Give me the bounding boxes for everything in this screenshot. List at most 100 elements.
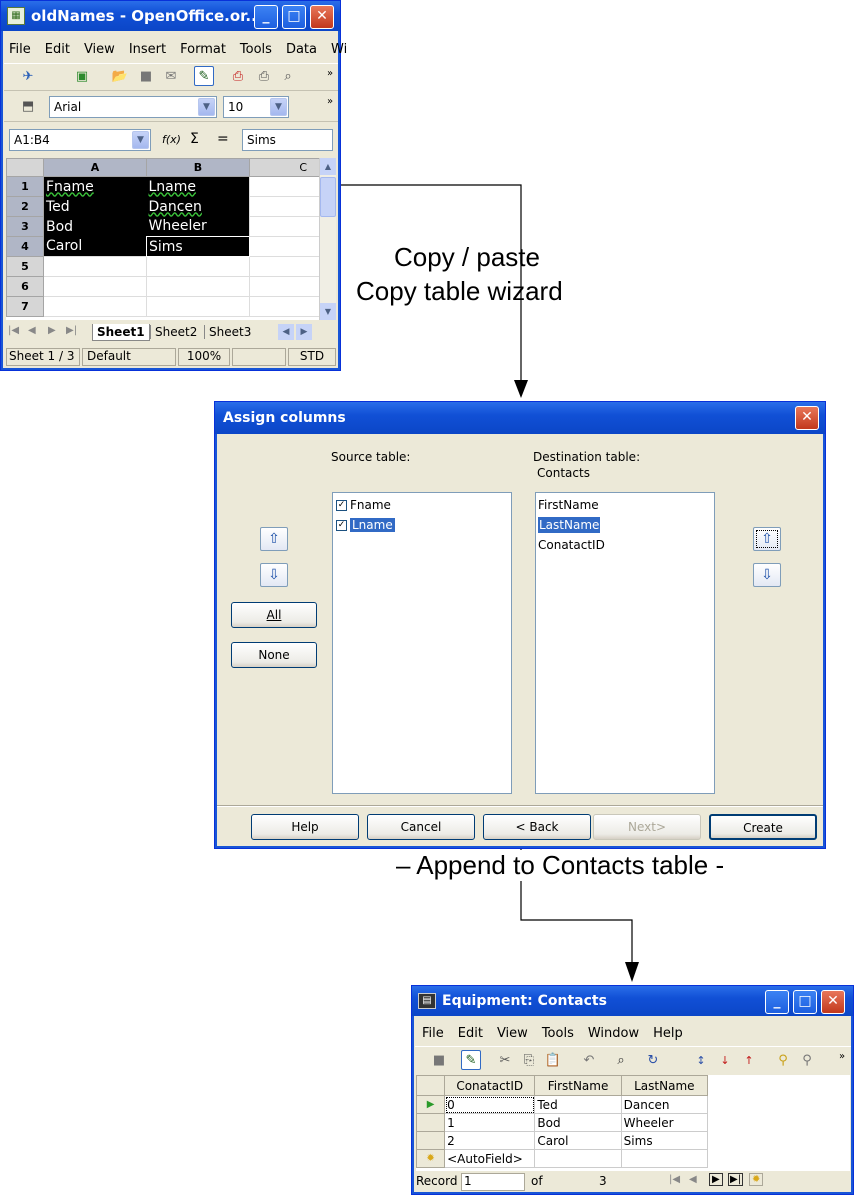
menu-view[interactable]: View	[497, 1026, 528, 1041]
column-header-lastname[interactable]: LastName	[620, 1075, 709, 1096]
formula-input[interactable]: Sims	[242, 129, 333, 151]
sheet-tab-2[interactable]: Sheet2	[150, 325, 201, 339]
name-box[interactable]: A1:B4 ▼	[9, 129, 151, 151]
column-header-conatactid[interactable]: ConatactID	[444, 1075, 536, 1096]
minimize-button[interactable]: _	[254, 5, 278, 29]
cell-c1[interactable]	[249, 176, 319, 197]
list-item[interactable]: LastName	[538, 517, 601, 533]
row-header[interactable]: 7	[6, 296, 44, 317]
row-header[interactable]: 5	[6, 256, 44, 277]
list-item[interactable]: ✓ Lname	[336, 518, 395, 532]
help-button[interactable]: Help	[251, 814, 359, 840]
minimize-button[interactable]: _	[765, 990, 789, 1014]
sheet-tab-3[interactable]: Sheet3	[204, 325, 255, 339]
prev-sheet-icon[interactable]: ◀	[28, 325, 36, 336]
cell-a5[interactable]	[43, 256, 147, 277]
font-size-box[interactable]: 10 ▼	[223, 96, 289, 118]
table-cell[interactable]: <AutoField>	[444, 1149, 536, 1168]
cell-b2[interactable]: Dancen	[146, 196, 250, 217]
table-cell[interactable]: 1	[444, 1113, 536, 1132]
create-button[interactable]: Create	[709, 814, 817, 840]
record-number-input[interactable]: 1	[461, 1173, 525, 1191]
toolbar-overflow-icon[interactable]: »	[835, 1047, 849, 1067]
cell-b3[interactable]: Wheeler	[146, 216, 250, 237]
menu-window[interactable]: Window	[588, 1026, 639, 1041]
row-header[interactable]: 6	[6, 276, 44, 297]
cell-c2[interactable]	[249, 196, 319, 217]
row-header[interactable]: 4	[6, 236, 44, 257]
row-header[interactable]: 1	[6, 176, 44, 197]
dialog-close-button[interactable]: ✕	[795, 406, 819, 430]
filter-icon[interactable]: ⚲	[797, 1051, 817, 1071]
sort-ascending-icon[interactable]: ↓	[715, 1051, 735, 1071]
font-name-box[interactable]: Arial ▼	[49, 96, 217, 118]
cell-b1[interactable]: Lname	[146, 176, 250, 197]
move-down-arrow-icon[interactable]: ⇩	[260, 563, 288, 587]
column-header-firstname[interactable]: FirstName	[534, 1075, 622, 1096]
row-header[interactable]: 3	[6, 216, 44, 237]
table-cell[interactable]: 2	[444, 1131, 536, 1150]
scroll-left-arrow-icon[interactable]: ◀	[278, 324, 294, 340]
list-item[interactable]: FirstName	[538, 498, 599, 512]
edit-data-icon[interactable]: ✎	[461, 1050, 481, 1070]
save-icon[interactable]: ■	[136, 67, 156, 87]
cell-c6[interactable]	[249, 276, 319, 297]
none-button[interactable]: None	[231, 642, 317, 668]
table-cell[interactable]: Carol	[534, 1131, 622, 1150]
row-selector[interactable]	[416, 1113, 446, 1132]
cell-c5[interactable]	[249, 256, 319, 277]
column-header-a[interactable]: A	[43, 158, 147, 177]
cell-b4[interactable]: Sims	[146, 236, 250, 257]
cell-a7[interactable]	[43, 296, 147, 317]
select-all-corner[interactable]	[6, 158, 44, 177]
function-icon[interactable]: =	[217, 131, 229, 147]
status-zoom[interactable]: 100%	[178, 348, 230, 366]
scroll-down-arrow-icon[interactable]: ▼	[320, 303, 336, 320]
dest-move-down-arrow-icon[interactable]: ⇩	[753, 563, 781, 587]
dest-move-up-arrow-icon[interactable]: ⇧	[753, 527, 781, 551]
toolbar-overflow-icon[interactable]: »	[323, 92, 337, 112]
autofilter-icon[interactable]: ⚲	[773, 1051, 793, 1071]
cancel-button[interactable]: Cancel	[367, 814, 475, 840]
table-cell[interactable]: Sims	[620, 1131, 709, 1150]
sort-icon[interactable]: ↕	[691, 1051, 711, 1071]
back-button[interactable]: < Back	[483, 814, 591, 840]
cell-a1[interactable]: Fname	[43, 176, 147, 197]
chevron-down-icon[interactable]: ▼	[198, 98, 215, 116]
cell-b5[interactable]	[146, 256, 250, 277]
first-sheet-icon[interactable]: |◀	[8, 325, 19, 336]
undo-icon[interactable]: ↶	[579, 1051, 599, 1071]
menu-file[interactable]: File	[422, 1026, 444, 1041]
first-record-icon[interactable]: |◀	[669, 1174, 680, 1185]
table-cell[interactable]: Bod	[534, 1113, 622, 1132]
table-cell[interactable]	[620, 1149, 709, 1168]
load-url-icon[interactable]: ✈	[18, 67, 38, 87]
chevron-down-icon[interactable]: ▼	[132, 131, 149, 149]
row-header[interactable]: 2	[6, 196, 44, 217]
menu-edit[interactable]: Edit	[458, 1026, 483, 1041]
next-sheet-icon[interactable]: ▶	[48, 325, 56, 336]
list-item[interactable]: ✓ Fname	[336, 498, 391, 512]
table-cell[interactable]: Wheeler	[620, 1113, 709, 1132]
cut-icon[interactable]: ✂	[495, 1051, 515, 1071]
new-record-icon[interactable]: ✹	[749, 1173, 764, 1186]
source-columns-list[interactable]: ✓ Fname ✓ Lname	[332, 492, 512, 794]
cell-a2[interactable]: Ted	[43, 196, 147, 217]
open-folder-icon[interactable]: 📂	[110, 67, 130, 87]
cell-c3[interactable]	[249, 216, 319, 237]
page-preview-icon[interactable]: ⌕	[278, 67, 298, 87]
next-button[interactable]: Next>	[593, 814, 701, 840]
cell-a3[interactable]: Bod	[43, 216, 147, 237]
close-button[interactable]: ✕	[310, 5, 334, 29]
all-button[interactable]: All	[231, 602, 317, 628]
close-button[interactable]: ✕	[821, 990, 845, 1014]
cell-b6[interactable]	[146, 276, 250, 297]
menu-tools[interactable]: Tools	[542, 1026, 574, 1041]
function-wizard-icon[interactable]: f(x)	[162, 133, 181, 146]
current-row-arrow-icon[interactable]: ▶	[416, 1095, 446, 1114]
cell-c4[interactable]	[249, 236, 319, 257]
checkbox-checked-icon[interactable]: ✓	[336, 520, 347, 531]
refresh-icon[interactable]: ↻	[643, 1051, 663, 1071]
table-cell[interactable]	[534, 1149, 622, 1168]
menu-help[interactable]: Help	[653, 1026, 683, 1041]
